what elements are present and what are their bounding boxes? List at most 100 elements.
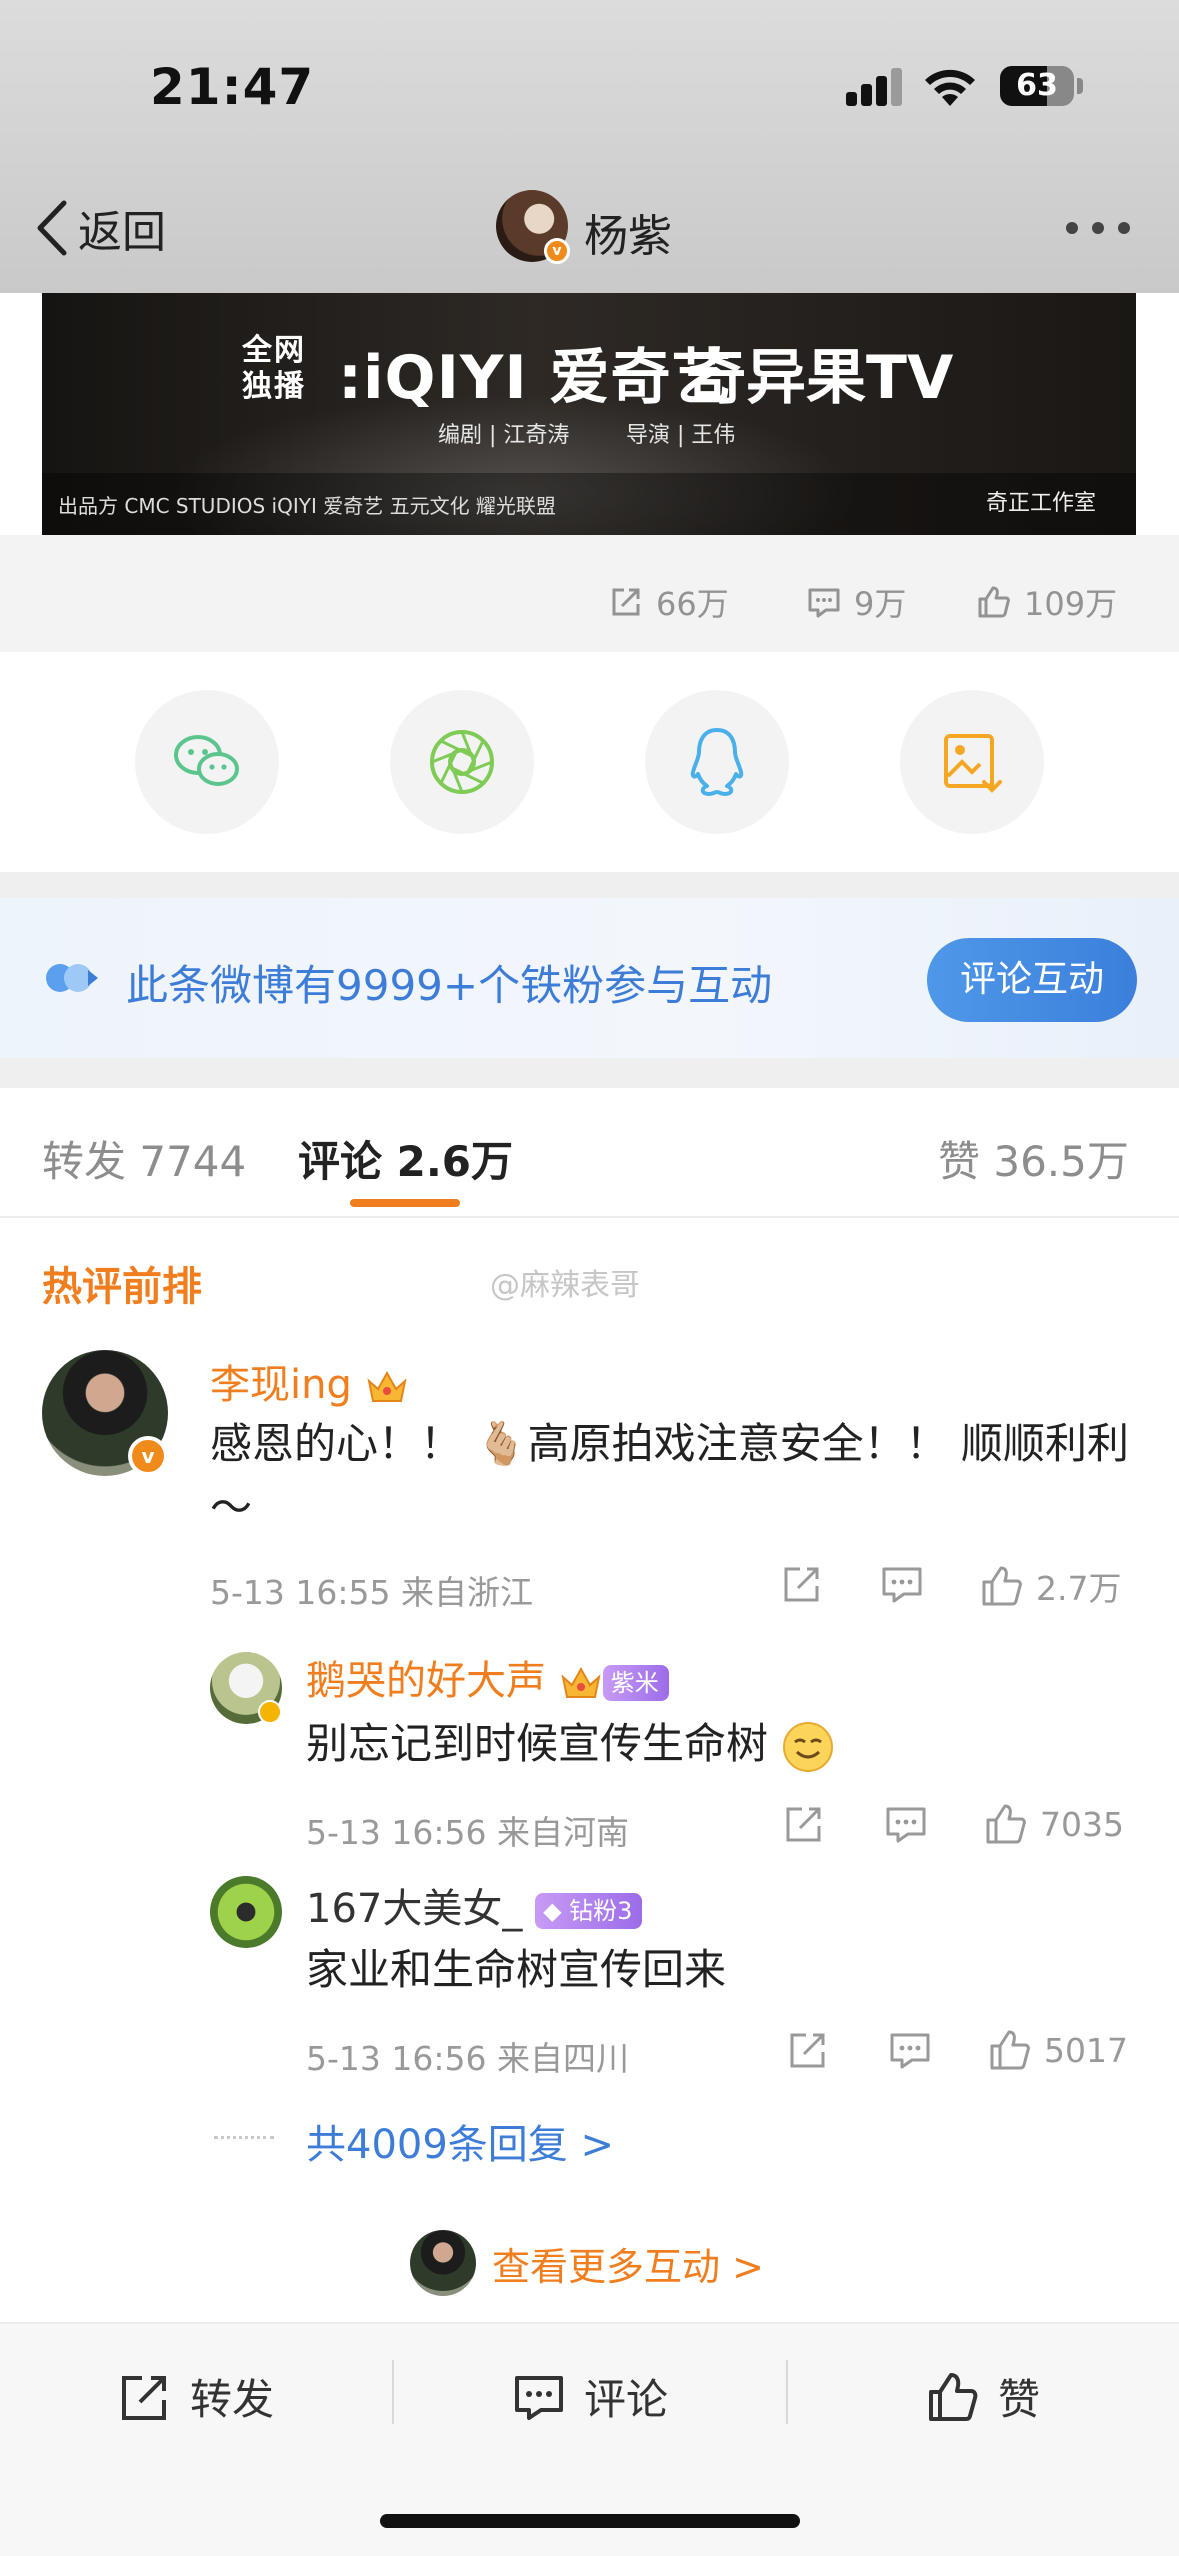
comment-like-button[interactable]: 2.7万 bbox=[980, 1562, 1121, 1610]
crown-icon bbox=[367, 1370, 407, 1402]
comment-reply-button[interactable] bbox=[880, 1562, 924, 1606]
battery-level-text: 63 bbox=[1016, 68, 1058, 103]
dot-icon bbox=[1118, 222, 1130, 234]
comment-icon bbox=[882, 1567, 922, 1603]
toolbar-repost-button[interactable]: 转发 bbox=[118, 2366, 274, 2427]
dot-icon bbox=[1066, 222, 1078, 234]
view-all-replies-link[interactable]: 共4009条回复 > bbox=[306, 2112, 614, 2170]
reply-avatar[interactable] bbox=[210, 1876, 282, 1948]
comment-count-value: 9万 bbox=[854, 585, 907, 623]
status-time: 21:47 bbox=[150, 58, 315, 116]
top-bar: 21:47 63 返回 v 杨紫 bbox=[0, 0, 1179, 293]
qq-icon bbox=[690, 728, 744, 796]
thumbs-up-icon bbox=[978, 586, 1010, 618]
share-moments-button[interactable] bbox=[390, 690, 534, 834]
comment-username[interactable]: 李现ing bbox=[210, 1352, 409, 1410]
thumbs-up-icon bbox=[929, 2372, 978, 2421]
thumbs-up-icon bbox=[986, 1804, 1026, 1844]
more-options-button[interactable] bbox=[1066, 222, 1130, 234]
save-image-icon bbox=[944, 734, 1002, 793]
back-button[interactable]: 返回 bbox=[34, 196, 166, 260]
repost-icon bbox=[122, 2375, 166, 2420]
repost-count[interactable]: 66万 bbox=[608, 579, 729, 625]
comment-icon bbox=[808, 588, 840, 618]
reply-repost-button[interactable] bbox=[782, 1802, 826, 1846]
reply-username[interactable]: 167大美女_ ◆ 钻粉3 bbox=[306, 1876, 643, 1934]
wifi-icon bbox=[925, 69, 975, 106]
share-wechat-button[interactable] bbox=[135, 690, 279, 834]
reply-reply-button[interactable] bbox=[884, 1802, 928, 1846]
section-divider bbox=[0, 872, 1179, 898]
tab-divider bbox=[0, 1216, 1179, 1218]
reply-text-content: 别忘记到时候宣传生命树 bbox=[306, 1719, 769, 1768]
toolbar-repost-label: 转发 bbox=[190, 2375, 275, 2424]
interaction-avatar bbox=[410, 2230, 476, 2296]
share-qq-button[interactable] bbox=[645, 690, 789, 834]
page-title[interactable]: 杨紫 bbox=[584, 200, 672, 264]
comment-text: 感恩的心！！ 🫰🏼高原拍戏注意安全！！ 顺顺利利～ bbox=[210, 1419, 1129, 1532]
reply-reply-button[interactable] bbox=[888, 2028, 932, 2072]
toolbar-comment-button[interactable]: 评论 bbox=[512, 2366, 668, 2427]
banner-brand-qiyiguo: 奇异果TV bbox=[686, 343, 954, 413]
comment-icon bbox=[890, 2033, 930, 2069]
thumbs-up-icon bbox=[990, 2030, 1030, 2070]
watermark: @麻辣表哥 bbox=[490, 1268, 640, 1303]
home-indicator bbox=[380, 2514, 800, 2528]
reply-time-location: 5-13 16:56 来自四川 bbox=[306, 2039, 629, 2078]
tab-likes[interactable]: 赞 36.5万 bbox=[938, 1128, 1129, 1189]
save-image-button[interactable] bbox=[900, 690, 1044, 834]
repost-icon bbox=[790, 2033, 825, 2068]
author-avatar[interactable]: v bbox=[496, 190, 570, 264]
crown-icon bbox=[561, 1666, 601, 1698]
smile-emoji-icon bbox=[783, 1721, 834, 1772]
reply-text: 家业和生命树宣传回来 bbox=[306, 1945, 727, 1994]
reply-like-button[interactable]: 5017 bbox=[988, 2028, 1128, 2072]
back-label: 返回 bbox=[78, 207, 166, 258]
like-count[interactable]: 109万 bbox=[976, 579, 1117, 625]
banner-writer-credit: 编剧 | 江奇涛 bbox=[438, 423, 570, 448]
tab-comments[interactable]: 评论 2.6万 bbox=[298, 1128, 513, 1189]
chevron-left-icon bbox=[37, 200, 67, 256]
reply-text: 别忘记到时候宣传生命树 bbox=[306, 1712, 835, 1776]
banner-director-credit: 导演 | 王伟 bbox=[626, 423, 736, 448]
wechat-icon bbox=[174, 735, 239, 786]
post-stats-row: 66万 9万 109万 bbox=[0, 535, 1179, 652]
active-tab-indicator bbox=[350, 1199, 460, 1207]
comment-interact-button[interactable]: 评论互动 bbox=[927, 938, 1137, 1022]
view-more-text: 查看更多互动 > bbox=[492, 2244, 764, 2289]
hot-comments-label: 热评前排 bbox=[42, 1264, 202, 1310]
reply-like-count: 7035 bbox=[1040, 1804, 1124, 1844]
tab-reposts[interactable]: 转发 7744 bbox=[42, 1128, 246, 1189]
toolbar-comment-label: 评论 bbox=[584, 2375, 669, 2424]
verified-badge-icon: v bbox=[128, 1436, 168, 1476]
section-divider bbox=[0, 1058, 1179, 1088]
repost-icon bbox=[786, 1807, 821, 1842]
verified-badge-icon: v bbox=[544, 238, 570, 264]
toolbar-like-button[interactable]: 赞 bbox=[926, 2366, 1040, 2427]
share-row bbox=[0, 652, 1179, 872]
comment-like-count: 2.7万 bbox=[1036, 1569, 1122, 1608]
comment-time-location: 5-13 16:55 来自浙江 bbox=[210, 1573, 533, 1612]
comment-repost-button[interactable] bbox=[780, 1562, 824, 1606]
view-more-interactions-link[interactable]: 查看更多互动 > bbox=[410, 2230, 764, 2296]
fan-level-text: 钻粉3 bbox=[569, 1897, 633, 1925]
thumbs-up-icon bbox=[982, 1566, 1022, 1606]
repost-icon bbox=[612, 588, 640, 616]
post-video-banner[interactable]: 全网独播 :iQIYI 爱奇艺 奇异果TV 编剧 | 江奇涛 导演 | 王伟 出… bbox=[42, 293, 1136, 535]
reply-repost-button[interactable] bbox=[786, 2028, 830, 2072]
battery-tip bbox=[1077, 78, 1083, 94]
comment-count[interactable]: 9万 bbox=[806, 579, 906, 625]
member-badge: 紫米 bbox=[602, 1665, 669, 1701]
cellular-signal-icon bbox=[846, 66, 904, 106]
comment-icon bbox=[886, 1807, 926, 1843]
fan-level-badge: ◆ 钻粉3 bbox=[535, 1893, 643, 1929]
username-text: 鹅哭的好大声 bbox=[306, 1658, 546, 1704]
moments-icon bbox=[430, 730, 494, 794]
reply-like-button[interactable]: 7035 bbox=[984, 1802, 1124, 1846]
banner-producer-logos: 出品方 CMC STUDIOS iQIYI 爱奇艺 五元文化 耀光联盟 bbox=[58, 494, 556, 518]
reply-time-location: 5-13 16:56 来自河南 bbox=[306, 1813, 629, 1852]
comment-icon bbox=[515, 2375, 563, 2420]
toolbar-like-label: 赞 bbox=[998, 2375, 1041, 2424]
banner-studio-logo: 奇正工作室 bbox=[985, 491, 1096, 516]
reply-username[interactable]: 鹅哭的好大声 紫米 bbox=[306, 1648, 669, 1706]
